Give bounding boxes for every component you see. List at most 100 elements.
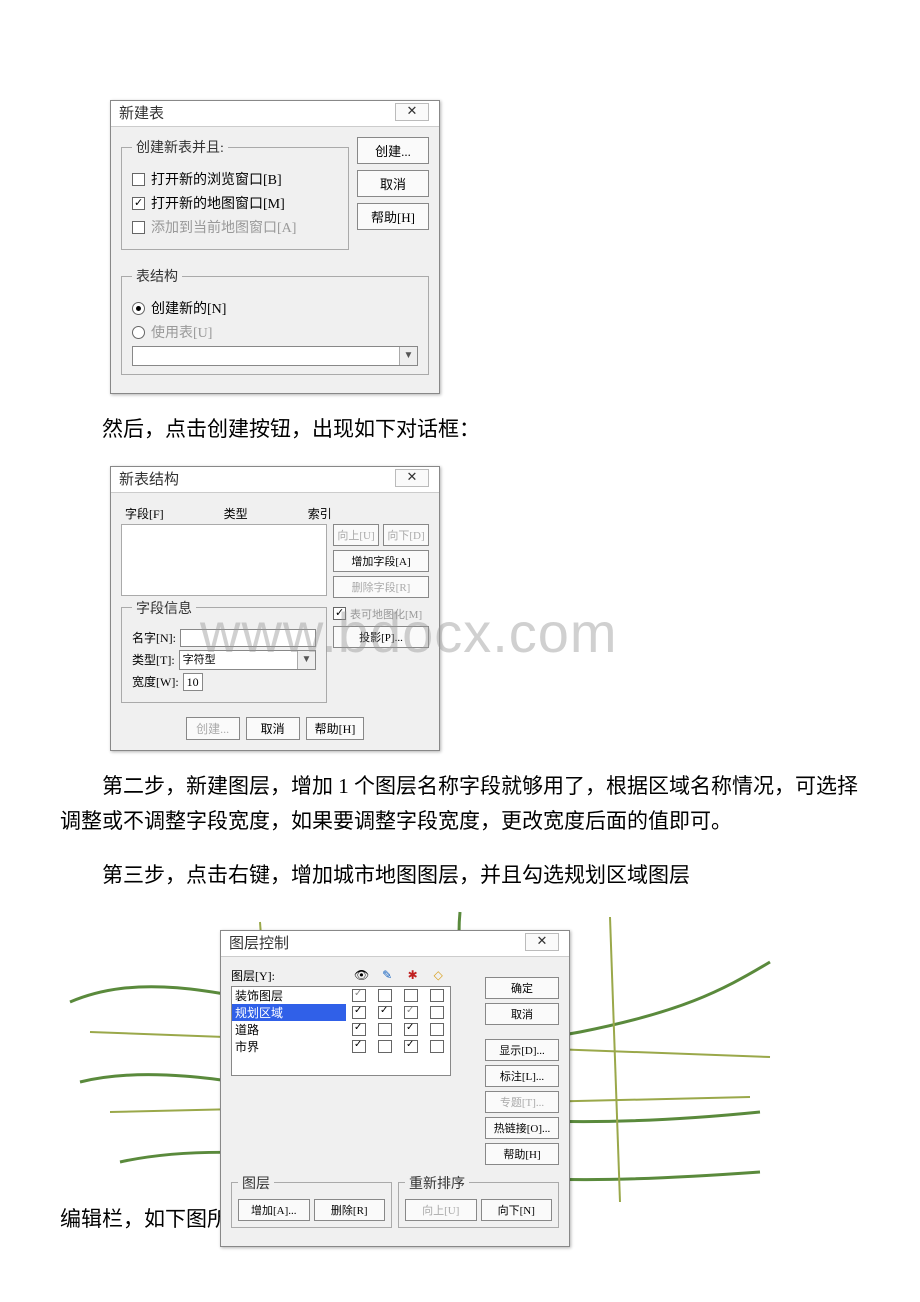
layer-row[interactable]: 道路 [232, 1021, 450, 1038]
projection-button[interactable]: 投影[P]... [333, 626, 429, 648]
cancel-button[interactable]: 取消 [246, 717, 300, 740]
move-up-button: 向上[U] [333, 524, 379, 546]
dialog-titlebar: 新表结构 ✕ [111, 467, 439, 493]
mappable-checkbox [333, 607, 346, 620]
layer-checkbox[interactable] [430, 1006, 444, 1019]
ok-button[interactable]: 确定 [485, 977, 559, 999]
cancel-button[interactable]: 取消 [357, 170, 429, 197]
layer-name: 规划区域 [232, 1004, 346, 1021]
layer-checkbox[interactable] [404, 1006, 418, 1019]
layer-checkbox[interactable] [430, 1023, 444, 1036]
type-value: 字符型 [180, 654, 216, 666]
create-button: 创建... [186, 717, 240, 740]
chevron-down-icon[interactable]: ▼ [297, 651, 315, 669]
cancel-button[interactable]: 取消 [485, 1003, 559, 1025]
group-legend: 重新排序 [405, 1173, 469, 1193]
width-input[interactable]: 10 [183, 673, 203, 691]
map-area: 图层控制 ✕ 图层[Y]: 👁 ✎ ✱ ◇ [180, 912, 880, 1192]
chevron-down-icon: ▼ [399, 347, 417, 365]
star-icon: ✱ [400, 968, 426, 983]
layer-checkbox[interactable] [352, 1040, 366, 1053]
dialog-titlebar: 新建表 ✕ [111, 101, 439, 127]
name-label: 名字[N]: [132, 629, 176, 646]
new-table-dialog: 新建表 ✕ 创建新表并且: 打开新的浏览窗口[B] 打开新的地图窗口[M] [110, 100, 440, 394]
col-index: 索引 [308, 505, 332, 522]
move-up-button: 向上[U] [405, 1199, 477, 1221]
use-table-label: 使用表[U] [151, 322, 212, 342]
layer-checkbox[interactable] [352, 989, 366, 1002]
layer-row[interactable]: 装饰图层 [232, 987, 450, 1004]
name-input[interactable] [180, 629, 316, 647]
add-current-checkbox [132, 221, 145, 234]
dialog-title: 新建表 [119, 106, 164, 122]
group-legend: 图层 [238, 1173, 274, 1193]
type-label: 类型[T]: [132, 651, 175, 668]
reorder-group: 重新排序 向上[U] 向下[N] [398, 1173, 559, 1228]
create-and-group: 创建新表并且: 打开新的浏览窗口[B] 打开新的地图窗口[M] 添加到当前地图窗… [121, 137, 349, 250]
close-icon[interactable]: ✕ [395, 469, 429, 487]
layer-name: 市界 [232, 1038, 346, 1055]
add-layer-button[interactable]: 增加[A]... [238, 1199, 310, 1221]
layer-row[interactable]: 市界 [232, 1038, 450, 1055]
create-button[interactable]: 创建... [357, 137, 429, 164]
layer-checkbox[interactable] [378, 989, 392, 1002]
group-legend: 表结构 [132, 266, 182, 286]
dialog-title: 新表结构 [119, 472, 179, 488]
add-field-button[interactable]: 增加字段[A] [333, 550, 429, 572]
hotlink-button[interactable]: 热链接[O]... [485, 1117, 559, 1139]
layer-checkbox[interactable] [430, 1040, 444, 1053]
create-new-label: 创建新的[N] [151, 298, 226, 318]
layer-group: 图层 增加[A]... 删除[R] [231, 1173, 392, 1228]
delete-field-button: 删除字段[R] [333, 576, 429, 598]
close-icon[interactable]: ✕ [525, 933, 559, 951]
create-new-radio[interactable] [132, 302, 145, 315]
group-legend: 字段信息 [132, 598, 196, 618]
move-down-button[interactable]: 向下[N] [481, 1199, 553, 1221]
layer-checkbox[interactable] [378, 1006, 392, 1019]
open-map-checkbox[interactable] [132, 197, 145, 210]
add-current-label: 添加到当前地图窗口[A] [151, 217, 296, 237]
type-dropdown[interactable]: 字符型 ▼ [179, 650, 316, 670]
layer-list[interactable]: 装饰图层规划区域道路市界 [231, 986, 451, 1076]
layer-checkbox[interactable] [378, 1040, 392, 1053]
layer-checkbox[interactable] [378, 1023, 392, 1036]
dialog-title: 图层控制 [229, 936, 289, 952]
use-table-radio [132, 326, 145, 339]
new-table-structure-dialog: 新表结构 ✕ 字段[F] 类型 索引 向上[U] 向下[D] 增加字段[A] 删… [110, 466, 440, 751]
field-info-group: 字段信息 名字[N]: 类型[T]: 字符型 ▼ 宽度[W]: [121, 598, 327, 703]
field-list[interactable] [121, 524, 327, 596]
table-structure-group: 表结构 创建新的[N] 使用表[U] ▼ [121, 266, 429, 375]
open-browser-checkbox[interactable] [132, 173, 145, 186]
layer-control-dialog: 图层控制 ✕ 图层[Y]: 👁 ✎ ✱ ◇ [220, 930, 570, 1247]
mappable-label: 表可地图化[M] [350, 606, 422, 622]
paragraph-step2: 第二步，新建图层，增加 1 个图层名称字段就够用了，根据区域名称情况，可选择调整… [60, 769, 860, 840]
layer-checkbox[interactable] [404, 1040, 418, 1053]
layer-row[interactable]: 规划区域 [232, 1004, 450, 1021]
eye-icon: 👁 [349, 968, 375, 983]
paragraph: 然后，点击创建按钮，出现如下对话框： [60, 412, 860, 448]
help-button[interactable]: 帮助[H] [306, 717, 365, 740]
move-down-button: 向下[D] [383, 524, 429, 546]
col-type: 类型 [224, 505, 248, 522]
use-table-dropdown: ▼ [132, 346, 418, 366]
layer-name: 装饰图层 [232, 987, 346, 1004]
display-button[interactable]: 显示[D]... [485, 1039, 559, 1061]
group-legend: 创建新表并且: [132, 137, 228, 157]
layer-checkbox[interactable] [404, 989, 418, 1002]
layer-checkbox[interactable] [404, 1023, 418, 1036]
layer-name: 道路 [232, 1021, 346, 1038]
dialog-titlebar: 图层控制 ✕ [221, 931, 569, 957]
close-icon[interactable]: ✕ [395, 103, 429, 121]
theme-button: 专题[T]... [485, 1091, 559, 1113]
tag-icon: ◇ [425, 968, 451, 983]
layer-checkbox[interactable] [352, 1023, 366, 1036]
layer-checkbox[interactable] [430, 989, 444, 1002]
pencil-icon: ✎ [374, 968, 400, 983]
remove-layer-button[interactable]: 删除[R] [314, 1199, 386, 1221]
label-button[interactable]: 标注[L]... [485, 1065, 559, 1087]
layer-checkbox[interactable] [352, 1006, 366, 1019]
layer-label: 图层[Y]: [231, 967, 349, 984]
help-button[interactable]: 帮助[H] [357, 203, 429, 230]
col-field: 字段[F] [125, 505, 164, 522]
help-button[interactable]: 帮助[H] [485, 1143, 559, 1165]
